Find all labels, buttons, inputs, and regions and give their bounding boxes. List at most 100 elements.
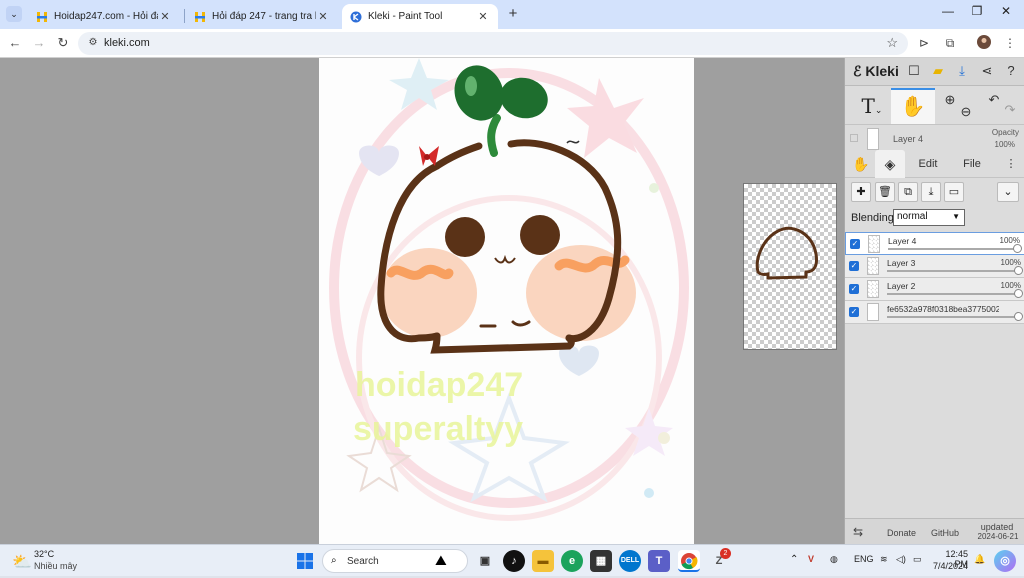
taskbar-search[interactable]: ⌕ Search ⛰ xyxy=(322,549,468,573)
clock-date[interactable]: 7/4/2024 xyxy=(930,561,968,571)
layer-toolbar: ✚ 🗑 ⧉ ⤓ ▭ ⌄ xyxy=(845,180,1024,206)
opacity-value: 100% xyxy=(994,140,1015,149)
restore-button[interactable]: ❐ xyxy=(967,4,987,22)
tab-hand[interactable]: ✋ xyxy=(849,150,873,178)
tab-layers[interactable]: ◈ xyxy=(875,150,905,178)
layer-visibility-checkbox[interactable]: ✓ xyxy=(849,261,859,271)
notification-badge: 2 xyxy=(720,548,731,559)
more-options-icon[interactable]: ⋮ xyxy=(1003,150,1019,178)
layers-icon: ◈ xyxy=(884,156,896,172)
canvas-workspace[interactable]: hoidap247 superaltyy xyxy=(0,58,844,544)
expand-layers-button[interactable]: ⌄ xyxy=(997,182,1019,202)
dell-icon[interactable]: DELL xyxy=(619,550,641,572)
layer-opacity-slider[interactable] xyxy=(887,293,1017,295)
merge-layer-button[interactable]: ⤓ xyxy=(921,182,941,202)
layer-visibility-checkbox[interactable]: ✓ xyxy=(849,307,859,317)
reload-button[interactable]: ↻ xyxy=(54,34,72,52)
drawing-canvas[interactable]: hoidap247 superaltyy xyxy=(319,58,694,544)
add-layer-button[interactable]: ✚ xyxy=(851,182,871,202)
chevron-up-icon[interactable]: ⌃ xyxy=(790,554,798,565)
file-explorer-icon[interactable]: ▬ xyxy=(532,550,554,572)
weather-icon[interactable]: ⛅ xyxy=(12,552,32,572)
layer-properties-button[interactable]: ▭ xyxy=(944,182,964,202)
kleki-logo[interactable]: ℰ Kleki xyxy=(853,63,899,80)
close-tab-icon[interactable]: ✕ xyxy=(158,10,172,23)
wifi-icon[interactable]: ≋ xyxy=(880,554,888,565)
new-image-icon[interactable]: ☐ xyxy=(905,62,923,80)
teams-icon[interactable]: T xyxy=(648,550,670,572)
new-tab-button[interactable]: + xyxy=(505,6,521,22)
blending-select[interactable]: normal ▼ xyxy=(893,209,965,226)
slider-handle[interactable] xyxy=(1014,289,1023,298)
profile-avatar[interactable] xyxy=(976,35,992,51)
search-icon: ⌕ xyxy=(331,555,337,566)
slider-handle[interactable] xyxy=(1014,266,1023,275)
layer-visibility-checkbox[interactable] xyxy=(850,134,858,142)
volume-icon[interactable]: ◁) xyxy=(896,554,906,565)
blending-value: normal xyxy=(897,211,928,222)
task-view-icon[interactable]: ▣ xyxy=(474,550,496,572)
text-tool-button[interactable]: T⌄ xyxy=(853,91,891,121)
battery-icon[interactable]: ▭ xyxy=(913,554,922,565)
edge-icon[interactable]: e xyxy=(561,550,583,572)
tab-strip: ⌄ Hoidap247.com - Hỏi đáp bài t ✕ Hỏi đá… xyxy=(0,0,1024,29)
url-text[interactable]: kleki.com xyxy=(104,37,150,49)
start-button[interactable] xyxy=(294,550,316,572)
tab-edit[interactable]: Edit xyxy=(911,150,945,178)
zoom-out-icon[interactable]: ⊖ xyxy=(957,103,975,121)
forward-button[interactable]: → xyxy=(30,34,48,52)
swap-arrows-icon[interactable]: ⇆ xyxy=(853,525,863,539)
layer-visibility-checkbox[interactable]: ✓ xyxy=(849,284,859,294)
hoidap-icon xyxy=(37,11,47,22)
tab-search-button[interactable]: ⌄ xyxy=(6,6,22,22)
bookmark-star-icon[interactable]: ☆ xyxy=(886,35,898,51)
layer-opacity-slider[interactable] xyxy=(887,316,1017,318)
download-icon[interactable]: ⤓ xyxy=(953,62,971,80)
store-icon[interactable]: ▦ xyxy=(590,550,612,572)
tiktok-icon[interactable]: ♪ xyxy=(503,550,525,572)
layer-visibility-checkbox[interactable]: ✓ xyxy=(850,239,860,249)
tab-hoidap-2[interactable]: Hỏi đáp 247 - trang tra loi ✕ xyxy=(186,4,338,29)
close-tab-icon[interactable]: ✕ xyxy=(316,10,330,23)
github-link[interactable]: GitHub xyxy=(931,528,959,538)
slider-handle[interactable] xyxy=(1013,244,1022,253)
chrome-icon[interactable] xyxy=(678,550,700,572)
updated-date: 2024-06-21 xyxy=(977,532,1019,541)
share-icon[interactable]: ⋖ xyxy=(978,62,996,80)
duplicate-layer-button[interactable]: ⧉ xyxy=(898,182,918,202)
site-info-icon[interactable]: ⚙ xyxy=(86,36,100,50)
cast-icon[interactable]: ⊳ xyxy=(916,35,932,51)
tab-hoidap-1[interactable]: Hoidap247.com - Hỏi đáp bài t ✕ xyxy=(28,4,180,29)
extensions-icon[interactable]: ⧉ xyxy=(942,35,958,51)
tab-file[interactable]: File xyxy=(957,150,987,178)
back-button[interactable]: ← xyxy=(6,34,24,52)
slider-handle[interactable] xyxy=(1014,312,1023,321)
layer-row[interactable]: ✓ Layer 4 100% xyxy=(845,232,1024,255)
weather-temp[interactable]: 32°C xyxy=(34,549,54,559)
tray-app-icon[interactable]: ◍ xyxy=(830,554,838,565)
redo-icon[interactable]: ↷ xyxy=(1001,101,1019,119)
layer-name: Layer 4 xyxy=(888,236,917,246)
tab-kleki[interactable]: Kleki - Paint Tool ✕ xyxy=(342,4,498,29)
language-indicator[interactable]: ENG xyxy=(854,554,874,564)
minimize-button[interactable]: — xyxy=(938,4,958,22)
copilot-icon[interactable]: ◎ xyxy=(994,550,1016,572)
help-icon[interactable]: ? xyxy=(1002,62,1020,80)
layer-opacity-slider[interactable] xyxy=(887,270,1017,272)
layer-row[interactable]: ✓ Layer 2 100% xyxy=(845,278,1024,301)
layer-name: Layer 3 xyxy=(887,258,916,268)
weather-desc[interactable]: Nhiều mây xyxy=(34,561,77,571)
antivirus-icon[interactable]: V xyxy=(808,554,814,564)
donate-link[interactable]: Donate xyxy=(887,528,916,538)
hand-tool-button[interactable]: ✋ xyxy=(891,88,935,124)
close-tab-icon[interactable]: ✕ xyxy=(476,10,490,23)
address-bar[interactable]: ⚙ kleki.com ☆ xyxy=(78,32,908,55)
delete-layer-button[interactable]: 🗑 xyxy=(875,182,895,202)
layer-opacity-slider[interactable] xyxy=(888,248,1018,250)
close-window-button[interactable]: ✕ xyxy=(996,4,1016,22)
layer-row[interactable]: ✓ fe6532a978f0318bea3775002 xyxy=(845,301,1024,324)
menu-icon[interactable]: ⋮ xyxy=(1002,35,1018,51)
open-folder-icon[interactable]: ▰ xyxy=(929,62,947,80)
layer-row[interactable]: ✓ Layer 3 100% xyxy=(845,255,1024,278)
notification-bell-icon[interactable]: 🔔 xyxy=(974,554,985,565)
